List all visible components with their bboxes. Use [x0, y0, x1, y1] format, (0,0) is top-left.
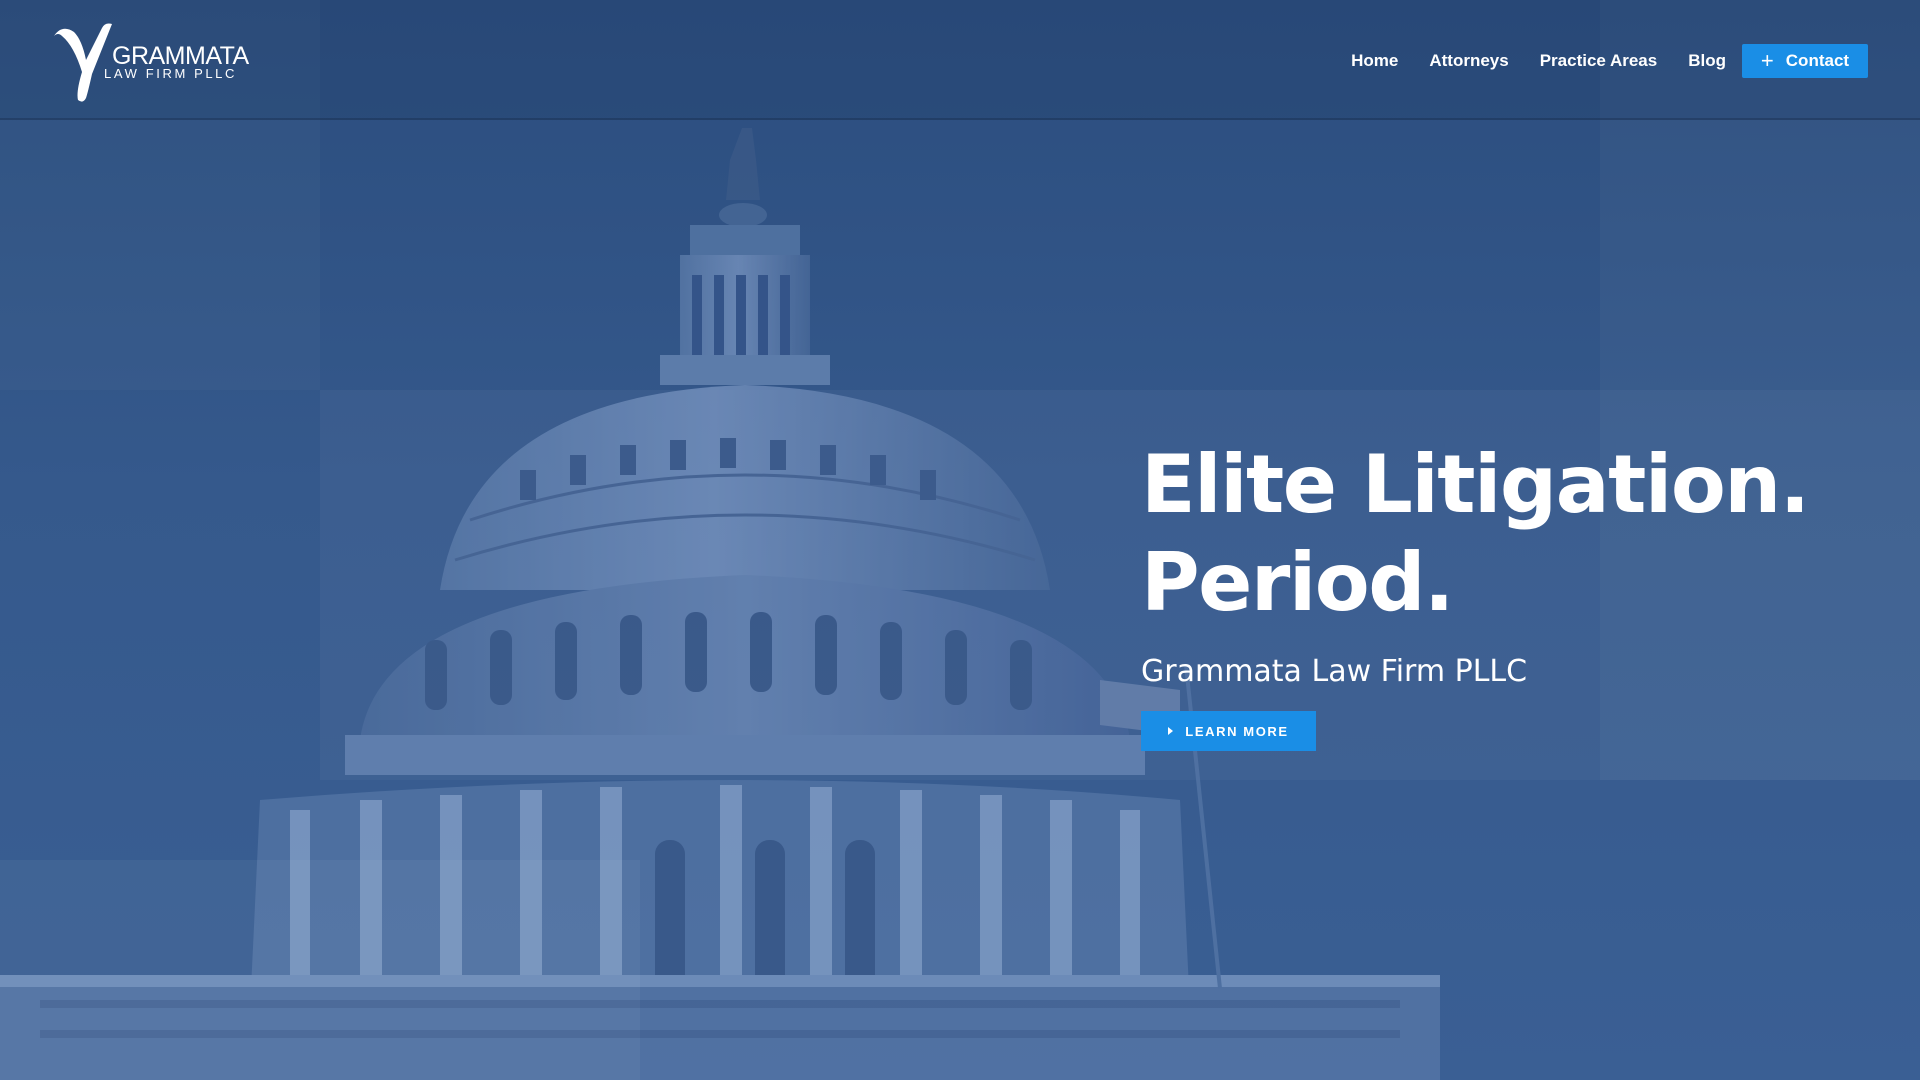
- headline-line-1: Elite Litigation.: [1141, 438, 1810, 531]
- hero-headline: Elite Litigation. Period.: [1141, 436, 1841, 632]
- nav-item-home[interactable]: Home: [1351, 51, 1398, 71]
- contact-button[interactable]: + Contact: [1742, 44, 1868, 78]
- nav-item-blog[interactable]: Blog: [1688, 51, 1726, 71]
- caret-right-icon: [1168, 727, 1174, 735]
- decor-block-bottom: [0, 860, 640, 1080]
- learn-more-button[interactable]: LEARN MORE: [1141, 711, 1316, 751]
- plus-icon: +: [1760, 48, 1774, 73]
- nav-item-practice-areas[interactable]: Practice Areas: [1540, 51, 1658, 71]
- main-nav: Home Attorneys Practice Areas Blog + Con…: [1320, 44, 1868, 78]
- contact-label: Contact: [1785, 51, 1850, 70]
- hero-content: Elite Litigation. Period. Grammata Law F…: [1141, 436, 1841, 751]
- site-header: GRAMMATA LAW FIRM PLLC Home Attorneys Pr…: [0, 0, 1920, 120]
- hero-subtitle: Grammata Law Firm PLLC: [1141, 654, 1528, 689]
- logo-tagline: LAW FIRM PLLC: [104, 66, 238, 81]
- hero-section: GRAMMATA LAW FIRM PLLC Home Attorneys Pr…: [0, 0, 1920, 1080]
- logo[interactable]: GRAMMATA LAW FIRM PLLC: [52, 22, 252, 102]
- learn-more-label: LEARN MORE: [1185, 723, 1289, 739]
- headline-line-2: Period.: [1141, 536, 1454, 629]
- nav-item-attorneys[interactable]: Attorneys: [1429, 51, 1508, 71]
